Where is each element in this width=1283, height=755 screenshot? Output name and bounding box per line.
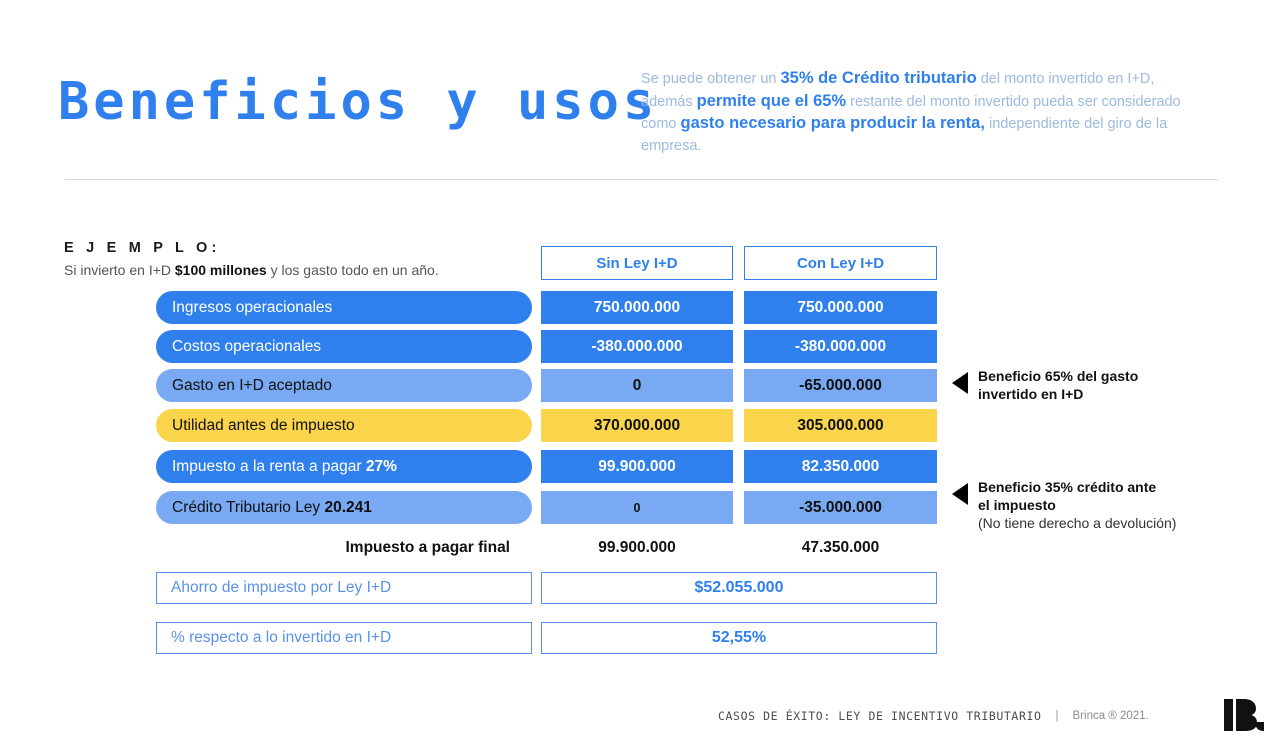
table-row: Utilidad antes de impuesto 370.000.000 3…	[0, 409, 1283, 442]
example-sub-pre: Si invierto en I+D	[64, 262, 175, 278]
annotation-line-1: Beneficio 35% crédito ante	[978, 479, 1157, 495]
row-label: Ingresos operacionales	[156, 291, 532, 324]
row-label-emphasis: 20.241	[324, 498, 372, 516]
table-row: Costos operacionales -380.000.000 -380.0…	[0, 330, 1283, 363]
annotation-beneficio-65: Beneficio 65% del gasto invertido en I+D	[952, 367, 1138, 403]
cell-sin-ley: -380.000.000	[541, 330, 733, 363]
row-label: Crédito Tributario Ley 20.241	[156, 491, 532, 524]
summary-label-ahorro: Ahorro de impuesto por Ley I+D	[156, 572, 532, 604]
footer: CASOS DE ÉXITO: LEY DE INCENTIVO TRIBUTA…	[718, 709, 1149, 723]
intro-highlight-1: 35% de Crédito tributario	[780, 69, 977, 87]
row-label-main: Impuesto a la renta a pagar	[172, 457, 366, 475]
intro-paragraph: Se puede obtener un 35% de Crédito tribu…	[641, 68, 1201, 157]
footer-credit: Brinca ® 2021.	[1072, 710, 1149, 722]
cell-sin-ley: 0	[541, 369, 733, 402]
cell-con-ley: 750.000.000	[744, 291, 937, 324]
footer-separator: |	[1055, 710, 1059, 722]
cell-con-ley: -380.000.000	[744, 330, 937, 363]
row-label-text: Impuesto a la renta a pagar 27%	[172, 457, 397, 476]
row-label-text: Crédito Tributario Ley 20.241	[172, 498, 372, 517]
intro-text-1: Se puede obtener un	[641, 71, 781, 87]
row-label-emphasis: 27%	[365, 457, 397, 475]
table-row: Ingresos operacionales 750.000.000 750.0…	[0, 291, 1283, 324]
row-label-text: Gasto en I+D aceptado	[172, 377, 332, 395]
total-sin-ley: 99.900.000	[598, 539, 676, 556]
example-sub-amount: $100 millones	[174, 262, 267, 278]
column-header-sin-ley: Sin Ley I+D	[541, 246, 733, 280]
row-label: Gasto en I+D aceptado	[156, 369, 532, 402]
summary-label-porcentaje: % respecto a lo invertido en I+D	[156, 622, 532, 654]
brinca-logo-icon	[1224, 699, 1264, 731]
example-sub-post: y los gasto todo en un año.	[266, 262, 439, 278]
annotation-text: Beneficio 35% crédito ante el impuesto (…	[978, 478, 1176, 532]
summary-value-porcentaje: 52,55%	[541, 622, 937, 654]
cell-con-ley: 82.350.000	[744, 450, 937, 483]
row-label: Utilidad antes de impuesto	[156, 409, 532, 442]
cell-con-ley: -65.000.000	[744, 369, 937, 402]
intro-highlight-2: permite que el 65%	[696, 91, 847, 110]
row-label-main: Utilidad antes de impuesto	[172, 416, 355, 434]
intro-highlight-3: gasto necesario para producir la renta,	[680, 114, 985, 132]
annotation-note: (No tiene derecho a devolución)	[978, 515, 1177, 531]
annotation-text: Beneficio 65% del gasto invertido en I+D	[978, 367, 1138, 403]
annotation-line-2: invertido en I+D	[978, 386, 1084, 402]
row-label: Costos operacionales	[156, 330, 532, 363]
row-label-text: Utilidad antes de impuesto	[172, 417, 355, 435]
cell-con-ley: -35.000.000	[744, 491, 937, 524]
total-row-label: Impuesto a pagar final	[345, 539, 510, 556]
annotation-line-2: el impuesto	[978, 497, 1056, 513]
cell-con-ley: 305.000.000	[744, 409, 937, 442]
cell-sin-ley: 0	[541, 491, 733, 524]
total-con-ley: 47.350.000	[801, 539, 880, 556]
row-label-text: Ingresos operacionales	[172, 299, 332, 317]
left-triangle-icon	[952, 483, 968, 505]
row-label-text: Costos operacionales	[172, 338, 321, 356]
row-label: Impuesto a la renta a pagar 27%	[156, 450, 532, 483]
row-label-main: Ingresos operacionales	[172, 298, 333, 316]
row-label-main: Crédito Tributario Ley	[172, 498, 325, 516]
annotation-beneficio-35: Beneficio 35% crédito ante el impuesto (…	[952, 478, 1176, 532]
example-heading: E J E M P L O:	[64, 240, 221, 256]
left-triangle-icon	[952, 372, 968, 394]
column-header-con-ley: Con Ley I+D	[744, 246, 937, 280]
cell-sin-ley: 370.000.000	[541, 409, 733, 442]
summary-value-ahorro: $52.055.000	[541, 572, 937, 604]
row-label-main: Gasto en I+D aceptado	[172, 376, 332, 394]
example-subtitle: Si invierto en I+D $100 millones y los g…	[64, 262, 439, 278]
footer-title: CASOS DE ÉXITO: LEY DE INCENTIVO TRIBUTA…	[718, 709, 1042, 723]
row-label-main: Costos operacionales	[172, 337, 322, 355]
header-divider	[65, 179, 1218, 180]
cell-sin-ley: 99.900.000	[541, 450, 733, 483]
page-title: Beneficios y usos	[58, 72, 659, 132]
annotation-line-1: Beneficio 65% del gasto	[978, 368, 1139, 384]
cell-sin-ley: 750.000.000	[541, 291, 733, 324]
